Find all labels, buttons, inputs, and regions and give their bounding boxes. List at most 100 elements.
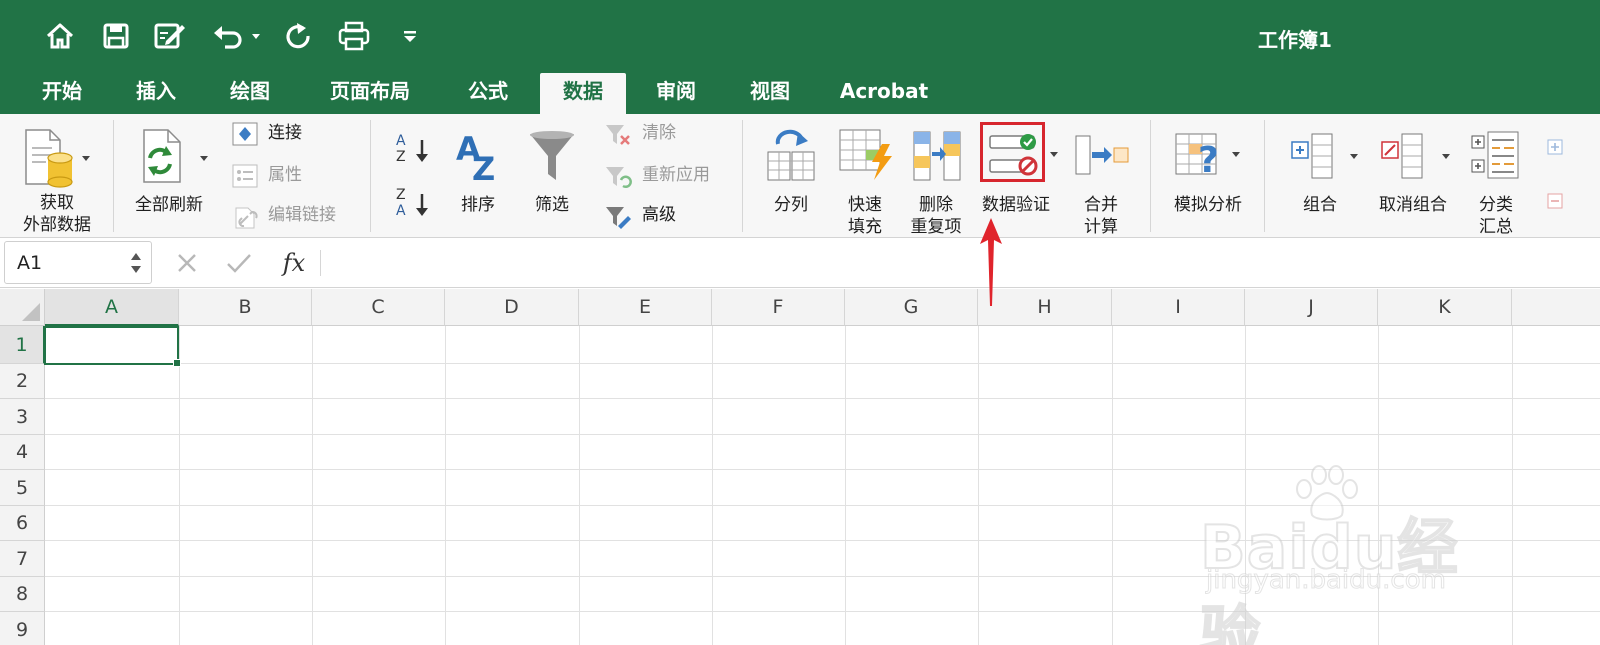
tab-formulas[interactable]: 公式: [448, 73, 528, 114]
column-header[interactable]: D: [445, 289, 579, 326]
tab-data[interactable]: 数据: [540, 73, 626, 114]
reapply-button[interactable]: 重新应用: [604, 162, 734, 190]
print-icon[interactable]: [336, 18, 372, 54]
stepper-icon: [131, 253, 141, 273]
tab-page-layout[interactable]: 页面布局: [312, 73, 428, 114]
chevron-down-icon: [1050, 152, 1058, 157]
column-header[interactable]: K: [1378, 289, 1512, 326]
text-to-columns-button[interactable]: 分列: [760, 120, 822, 236]
sort-button[interactable]: AZ 排序: [448, 120, 508, 236]
group-button[interactable]: 组合: [1282, 120, 1368, 236]
what-if-analysis-button[interactable]: ? 模拟分析: [1164, 120, 1252, 236]
show-hide-detail-buttons[interactable]: [1542, 134, 1572, 234]
tab-insert[interactable]: 插入: [116, 73, 196, 114]
tab-review[interactable]: 审阅: [636, 73, 716, 114]
separator: [1150, 120, 1151, 232]
tab-acrobat[interactable]: Acrobat: [832, 73, 936, 114]
sort-descending-button[interactable]: ZA: [394, 184, 434, 220]
tab-home[interactable]: 开始: [22, 73, 102, 114]
row-header[interactable]: 8: [0, 577, 45, 612]
clear-filter-button[interactable]: 清除: [604, 120, 714, 148]
select-all-corner[interactable]: [0, 289, 45, 326]
insert-function-button[interactable]: fx: [276, 248, 312, 278]
column-header[interactable]: F: [712, 289, 845, 326]
subtotal-button[interactable]: 分类 汇总: [1468, 120, 1524, 237]
undo-icon[interactable]: [210, 18, 262, 54]
row-header[interactable]: 2: [0, 364, 45, 399]
advanced-label: 高级: [642, 205, 676, 225]
separator: [1264, 120, 1265, 232]
formula-bar: A1 fx: [0, 238, 1600, 288]
cancel-icon[interactable]: [172, 248, 202, 278]
tab-view[interactable]: 视图: [730, 73, 810, 114]
advanced-filter-button[interactable]: 高级: [604, 202, 704, 230]
grid-line: [45, 434, 1600, 435]
separator: [320, 250, 321, 276]
tab-draw[interactable]: 绘图: [210, 73, 290, 114]
connections-label: 连接: [268, 123, 302, 143]
ungroup-label: 取消组合: [1379, 195, 1447, 215]
ungroup-button[interactable]: 取消组合: [1372, 120, 1464, 236]
sort-ascending-button[interactable]: AZ: [394, 130, 434, 166]
funnel-icon: [530, 131, 574, 180]
data-validation-label: 数据验证: [982, 195, 1050, 215]
grid-line: [845, 326, 846, 645]
edit-links-label: 编辑链接: [268, 205, 336, 225]
clear-label: 清除: [642, 123, 676, 143]
name-box[interactable]: A1: [4, 241, 152, 284]
chevron-down-icon: [82, 156, 90, 161]
save-icon[interactable]: [98, 18, 134, 54]
subtotal-label-1: 分类: [1479, 195, 1513, 215]
row-header[interactable]: 1: [0, 326, 45, 364]
what-if-label: 模拟分析: [1174, 195, 1242, 215]
chevron-down-icon: [200, 156, 208, 161]
row-header[interactable]: 7: [0, 541, 45, 577]
row-header[interactable]: 4: [0, 435, 45, 470]
grid-line: [712, 326, 713, 645]
column-header[interactable]: A: [45, 289, 179, 326]
edit-icon[interactable]: [152, 18, 188, 54]
remove-duplicates-label-1: 删除: [919, 195, 953, 215]
fill-handle[interactable]: [173, 359, 181, 367]
group-label: 组合: [1303, 195, 1337, 215]
get-external-data-button[interactable]: 获取 外部数据: [10, 120, 104, 236]
edit-links-button[interactable]: 编辑链接: [232, 202, 362, 230]
consolidate-button[interactable]: 合并 计算: [1070, 120, 1132, 237]
grid-line: [579, 326, 580, 645]
column-header[interactable]: C: [312, 289, 445, 326]
filter-button[interactable]: 筛选: [522, 120, 582, 236]
properties-button[interactable]: 属性: [232, 162, 352, 190]
red-arrow-icon: [980, 218, 1002, 306]
row-header[interactable]: 5: [0, 470, 45, 506]
grid-line: [445, 326, 446, 645]
name-box-value: A1: [17, 252, 43, 274]
chevron-down-icon: [1442, 154, 1450, 159]
column-header[interactable]: I: [1112, 289, 1245, 326]
row-header[interactable]: 3: [0, 399, 45, 435]
remove-duplicates-label-2: 重复项: [910, 217, 962, 237]
flash-fill-button[interactable]: 快速 填充: [832, 120, 898, 237]
column-header[interactable]: J: [1245, 289, 1378, 326]
active-cell[interactable]: [44, 326, 179, 365]
formula-input[interactable]: [330, 244, 1590, 282]
sort-label: 排序: [461, 195, 495, 215]
redo-icon[interactable]: [280, 18, 316, 54]
document-title: 工作簿1: [1258, 28, 1332, 52]
row-header[interactable]: 9: [0, 612, 45, 645]
column-header-empty[interactable]: [1512, 289, 1600, 326]
svg-text:Z: Z: [472, 150, 495, 182]
title-bar: 工作簿1 开始 插入 绘图 页面布局 公式 数据 审阅 视图 Acrobat: [0, 0, 1600, 114]
home-icon[interactable]: [42, 18, 78, 54]
customize-icon[interactable]: [392, 18, 428, 54]
refresh-all-button[interactable]: 全部刷新: [124, 120, 214, 236]
properties-label: 属性: [268, 165, 302, 185]
column-header[interactable]: B: [179, 289, 312, 326]
column-header[interactable]: E: [579, 289, 712, 326]
enter-icon[interactable]: [224, 248, 254, 278]
remove-duplicates-button[interactable]: 删除 重复项: [904, 120, 968, 237]
column-header[interactable]: G: [845, 289, 978, 326]
row-header[interactable]: 6: [0, 506, 45, 541]
svg-text:A: A: [396, 203, 406, 219]
grid-line: [1512, 326, 1513, 645]
connections-button[interactable]: 连接: [232, 120, 352, 148]
